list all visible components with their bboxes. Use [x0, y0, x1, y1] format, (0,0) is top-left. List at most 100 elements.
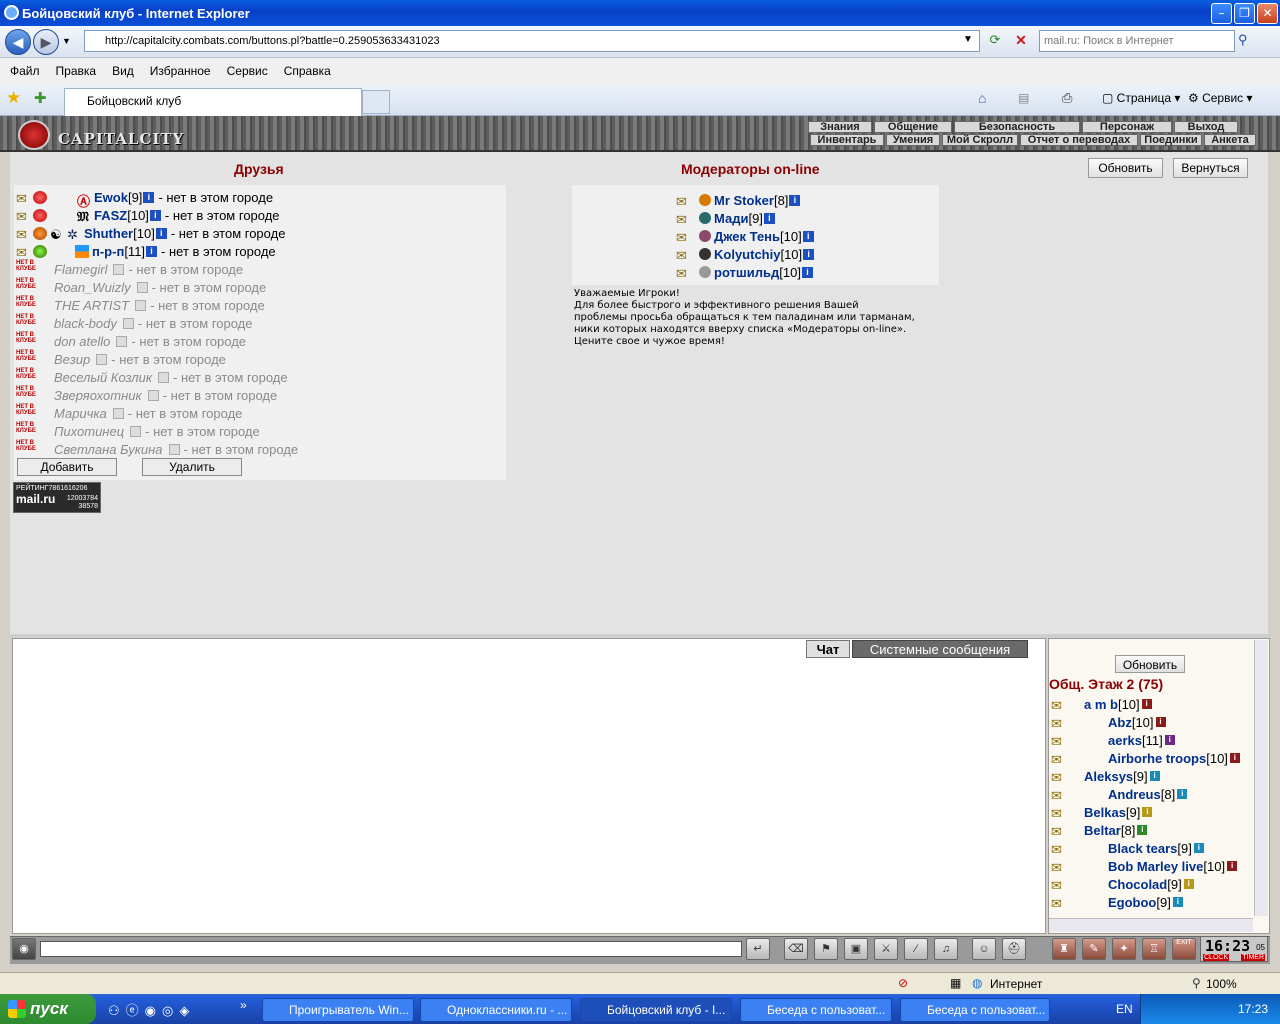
fight-icon[interactable]: ⚔: [874, 938, 898, 960]
private-message-icon[interactable]: ✉: [676, 194, 696, 209]
private-message-icon[interactable]: ✉: [1051, 788, 1105, 803]
clear-icon[interactable]: ⌫: [784, 938, 808, 960]
info-icon[interactable]: i: [789, 194, 801, 206]
online-user-name[interactable]: a m b: [1084, 697, 1118, 712]
menu-exit[interactable]: Выход: [1174, 121, 1238, 133]
private-message-icon[interactable]: ✉: [1051, 734, 1105, 749]
private-message-icon[interactable]: ✉: [1051, 878, 1105, 893]
online-user-name[interactable]: Andreus: [1108, 787, 1161, 802]
info-icon[interactable]: i: [1172, 897, 1183, 907]
close-button[interactable]: ✕: [1257, 3, 1278, 24]
info-icon[interactable]: i: [1137, 825, 1148, 835]
info-icon[interactable]: i: [1229, 753, 1240, 763]
private-message-icon[interactable]: ✉: [1051, 698, 1081, 713]
history-dropdown-icon[interactable]: ▼: [62, 36, 71, 46]
friend-name[interactable]: Roan_Wuizly: [54, 280, 131, 295]
online-user-name[interactable]: Chocolad: [1108, 877, 1167, 892]
menu-security[interactable]: Безопасность: [954, 121, 1080, 133]
private-message-icon[interactable]: ✉: [676, 248, 696, 263]
chat-mode-icon[interactable]: ◉: [12, 938, 36, 960]
moderator-name[interactable]: ротшильд: [714, 265, 779, 280]
map-icon[interactable]: ✦: [1112, 938, 1136, 960]
menu-skills[interactable]: Умения: [886, 134, 940, 146]
private-message-icon[interactable]: ✉: [676, 212, 696, 227]
minimize-button[interactable]: –: [1211, 3, 1232, 24]
moderator-name[interactable]: Мади: [714, 211, 748, 226]
add-favorite-icon[interactable]: ✚: [34, 89, 47, 107]
online-user-name[interactable]: Bob Marley live: [1108, 859, 1203, 874]
online-user-name[interactable]: Abz: [1108, 715, 1132, 730]
friend-name[interactable]: black-body: [54, 316, 117, 331]
friend-name[interactable]: Маричка: [54, 406, 107, 421]
private-message-icon[interactable]: ✉: [676, 230, 696, 245]
private-message-icon[interactable]: ✉: [1051, 806, 1081, 821]
new-tab-button[interactable]: [362, 90, 390, 114]
friend-name[interactable]: Веселый Козлик: [54, 370, 152, 385]
info-icon[interactable]: i: [1155, 717, 1166, 727]
private-message-icon[interactable]: ✉: [1051, 770, 1081, 785]
online-hscrollbar[interactable]: [1049, 918, 1253, 932]
info-icon[interactable]: i: [1149, 771, 1160, 781]
info-icon[interactable]: i: [1227, 861, 1238, 871]
online-user-name[interactable]: Egoboo: [1108, 895, 1156, 910]
menu-transfers-report[interactable]: Отчет о переводах: [1020, 134, 1138, 146]
private-message-icon[interactable]: ✉: [1051, 824, 1081, 839]
forward-button[interactable]: ▶: [33, 29, 59, 55]
friend-name[interactable]: Ewok: [94, 190, 128, 205]
feeds-icon[interactable]: ▤: [1018, 91, 1029, 105]
quick-launch-more-icon[interactable]: »: [240, 998, 247, 1012]
online-user-name[interactable]: Belkas: [1084, 805, 1126, 820]
back-button[interactable]: ◀: [5, 29, 31, 55]
menu-view[interactable]: Вид: [112, 64, 134, 78]
tab-system-messages[interactable]: Системные сообщения: [852, 640, 1028, 658]
info-icon[interactable]: [122, 317, 134, 329]
menu-character[interactable]: Персонаж: [1082, 121, 1172, 133]
chat-area[interactable]: [12, 638, 1046, 934]
bag-icon[interactable]: ♜: [1052, 938, 1076, 960]
favorites-star-icon[interactable]: ★: [6, 88, 21, 108]
info-icon[interactable]: i: [1142, 807, 1153, 817]
online-scrollbar[interactable]: [1254, 640, 1268, 916]
info-icon[interactable]: [136, 281, 148, 293]
menu-communication[interactable]: Общение: [874, 121, 952, 133]
online-refresh-button[interactable]: Обновить: [1115, 655, 1185, 673]
friend-name[interactable]: Shuther: [84, 226, 133, 241]
scroll-icon[interactable]: ✎: [1082, 938, 1106, 960]
private-message-icon[interactable]: ✉: [1051, 752, 1105, 767]
task-combats[interactable]: Бойцовский клуб - I...: [580, 998, 732, 1022]
info-icon[interactable]: [168, 443, 180, 455]
menu-favorites[interactable]: Избранное: [150, 64, 211, 78]
moderator-name[interactable]: Mr Stoker: [714, 193, 774, 208]
info-icon[interactable]: i: [146, 245, 158, 257]
page-menu[interactable]: ▢ Страница ▾: [1102, 91, 1180, 105]
address-dropdown-icon[interactable]: ▼: [963, 34, 973, 45]
delete-friend-button[interactable]: Удалить: [142, 458, 242, 476]
task-chat-2[interactable]: Беседа с пользоват...: [900, 998, 1050, 1022]
moderator-name[interactable]: Kolyutchiy: [714, 247, 780, 262]
friend-name[interactable]: Flamegirl: [54, 262, 107, 277]
task-media-player[interactable]: Проигрыватель Win...: [262, 998, 414, 1022]
search-input[interactable]: mail.ru: Поиск в Интернет: [1039, 30, 1235, 52]
tab-combats[interactable]: Бойцовский клуб: [64, 88, 362, 116]
language-indicator[interactable]: EN: [1116, 1002, 1133, 1016]
info-icon[interactable]: i: [802, 230, 814, 242]
task-chat-1[interactable]: Беседа с пользоват...: [740, 998, 892, 1022]
info-icon[interactable]: [130, 425, 142, 437]
info-icon[interactable]: i: [1164, 735, 1175, 745]
castle-icon[interactable]: ♖: [1142, 938, 1166, 960]
search-icon[interactable]: ⚲: [1238, 32, 1258, 50]
online-user-name[interactable]: Beltar: [1084, 823, 1121, 838]
info-icon[interactable]: i: [1177, 789, 1188, 799]
private-message-icon[interactable]: ✉: [16, 191, 30, 206]
private-message-icon[interactable]: ✉: [1051, 896, 1105, 911]
friend-name[interactable]: Везир: [54, 352, 90, 367]
refresh-icon[interactable]: ⟳: [985, 32, 1005, 50]
zoom-level[interactable]: 100%: [1206, 977, 1237, 991]
stop-icon[interactable]: ✕: [1011, 32, 1031, 50]
mailru-counter[interactable]: РЕЙТИНГ7861616206 mail.ru 12003784 38578: [13, 482, 101, 513]
exit-icon[interactable]: EXIT: [1172, 938, 1196, 960]
send-icon[interactable]: ↵: [746, 938, 770, 960]
chat-input[interactable]: [40, 941, 742, 957]
home-icon[interactable]: ⌂: [978, 90, 986, 106]
smiles-icon[interactable]: ☺: [972, 938, 996, 960]
